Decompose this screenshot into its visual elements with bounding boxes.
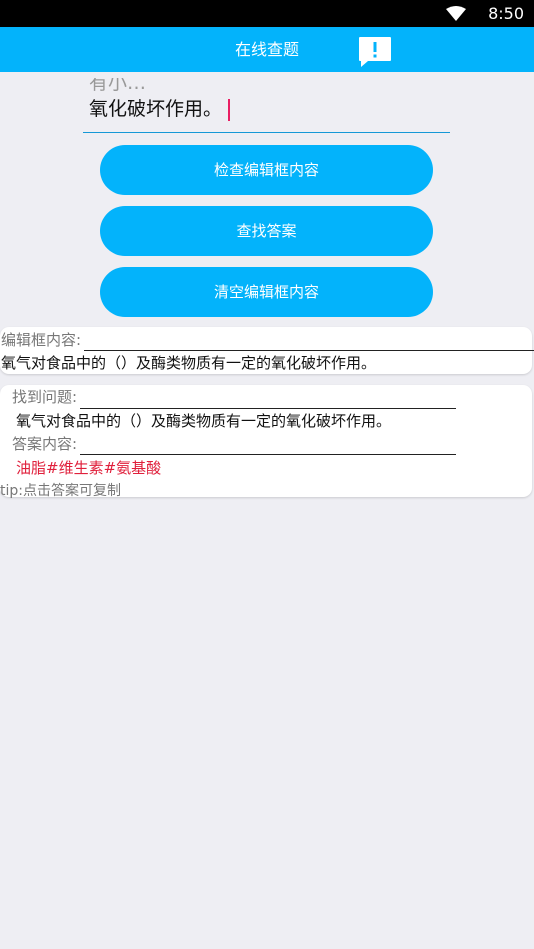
- status-time: 8:50: [488, 4, 524, 23]
- app-title: 在线查题: [234, 40, 299, 59]
- search-answer-button[interactable]: 查找答案: [100, 206, 433, 256]
- divider: [80, 454, 456, 455]
- copy-tip: tip:点击答案可复制: [0, 483, 121, 499]
- check-editor-button[interactable]: 检查编辑框内容: [100, 145, 433, 195]
- text-cursor: [228, 98, 231, 121]
- answer-label: 答案内容:: [12, 435, 78, 453]
- app-bar: 在线查题: [0, 27, 534, 72]
- status-bar: 8:50: [0, 0, 534, 27]
- editor-value: 氧化破坏作用。: [89, 98, 223, 120]
- editor-previous-line: 有小…: [89, 78, 147, 94]
- answer-text[interactable]: 油脂#维生素#氨基酸: [16, 457, 161, 478]
- editor-preview-content: 氧气对食品中的（）及酶类物质有一定的氧化破坏作用。: [1, 354, 377, 372]
- editor-preview-label: 编辑框内容:: [1, 331, 82, 349]
- question-editor[interactable]: 有小… 氧化破坏作用。: [83, 78, 450, 133]
- found-question-text: 氧气对食品中的（）及酶类物质有一定的氧化破坏作用。: [16, 412, 392, 430]
- divider: [80, 408, 456, 409]
- divider: [84, 350, 534, 351]
- editor-preview-card: 编辑框内容: 氧气对食品中的（）及酶类物质有一定的氧化破坏作用。: [0, 327, 534, 374]
- clear-editor-button[interactable]: 清空编辑框内容: [100, 267, 433, 317]
- feedback-icon[interactable]: [358, 36, 392, 68]
- found-question-label: 找到问题:: [12, 388, 78, 406]
- editor-text: 氧化破坏作用。: [89, 97, 231, 121]
- result-card: 找到问题: 氧气对食品中的（）及酶类物质有一定的氧化破坏作用。 答案内容: 油脂…: [0, 385, 532, 499]
- wifi-icon: [446, 6, 466, 21]
